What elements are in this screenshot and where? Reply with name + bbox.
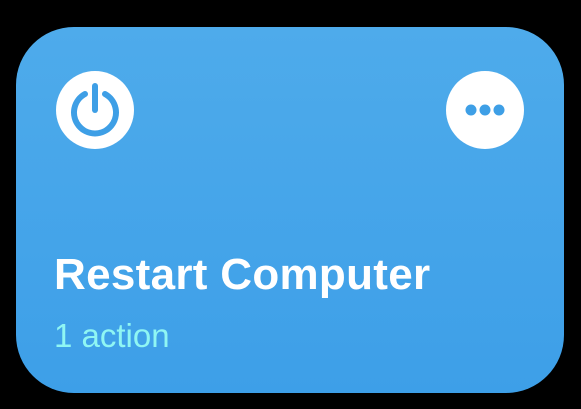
ellipsis-icon: [465, 104, 505, 116]
power-icon: [56, 71, 134, 149]
shortcut-card[interactable]: Restart Computer 1 action: [16, 27, 564, 393]
more-options-button[interactable]: [446, 71, 524, 149]
action-count: 1 action: [54, 317, 170, 354]
shortcut-title: Restart Computer: [54, 250, 431, 299]
